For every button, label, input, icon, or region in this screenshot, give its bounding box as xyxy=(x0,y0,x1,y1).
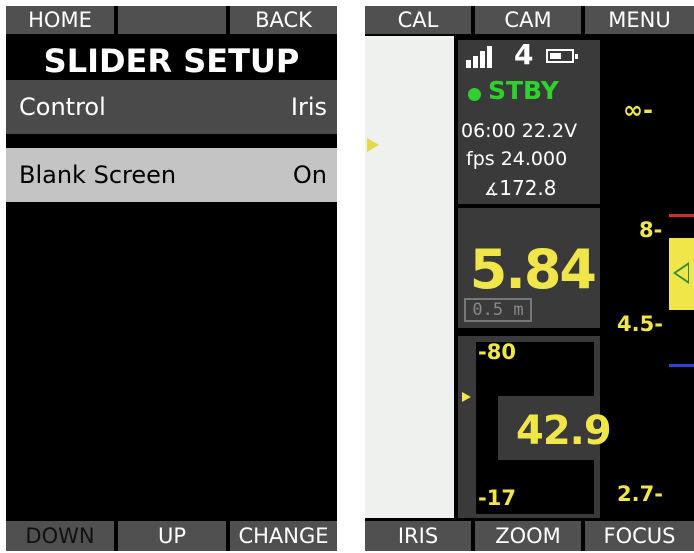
focus-far-limit xyxy=(669,214,694,217)
menu-item-blank-screen[interactable]: Blank Screen On xyxy=(6,148,337,202)
shutter-angle-value: 172.8 xyxy=(499,176,557,200)
top-softkey-bar: CAL CAM MENU xyxy=(365,6,694,34)
signal-strength-icon xyxy=(466,46,496,68)
menu-item-label: Control xyxy=(19,93,106,121)
shutter-angle-icon: ∡ xyxy=(484,180,500,200)
menu-item-control[interactable]: Control Iris xyxy=(6,80,337,134)
home-button[interactable]: HOME xyxy=(6,6,114,34)
time-voltage-readout: 06:00 22.2V xyxy=(461,120,578,142)
cal-button[interactable]: CAL xyxy=(365,6,471,34)
zoom-value: 42.9 xyxy=(516,408,612,454)
zoom-marker-icon xyxy=(462,392,471,402)
iris-button[interactable]: IRIS xyxy=(365,521,471,551)
focus-mark-4-5: 4.5- xyxy=(617,312,663,336)
distance-readout: 0.5 m xyxy=(464,298,532,322)
iris-value: 5.84 xyxy=(469,238,597,301)
focus-button[interactable]: FOCUS xyxy=(585,521,694,551)
bottom-softkey-bar: IRIS ZOOM FOCUS xyxy=(365,519,694,551)
shutter-angle: ∡172.8 xyxy=(484,176,557,200)
viewfinder-area xyxy=(365,36,454,518)
up-button[interactable]: UP xyxy=(118,521,226,551)
focus-near-limit xyxy=(669,364,694,367)
fps-readout: fps 24.000 xyxy=(466,148,568,170)
focus-mark-2-7: 2.7- xyxy=(617,482,663,506)
status-panel: 4 STBY 06:00 22.2V fps 24.000 ∡172.8 xyxy=(458,38,600,204)
down-button[interactable]: DOWN xyxy=(6,521,114,551)
record-status-dot-icon xyxy=(468,88,481,101)
blank-softkey[interactable] xyxy=(118,6,226,34)
record-state: STBY xyxy=(488,76,559,105)
menu-button[interactable]: MENU xyxy=(585,6,694,34)
change-button[interactable]: CHANGE xyxy=(230,521,337,551)
zoom-button[interactable]: ZOOM xyxy=(475,521,581,551)
top-softkey-bar: HOME BACK xyxy=(6,6,337,34)
iris-panel: 5.84 0.5 m xyxy=(458,208,600,328)
camera-number: 4 xyxy=(514,38,534,71)
focus-mark-infinity: ∞- xyxy=(623,96,653,124)
camera-control-screen: CAL CAM MENU 4 STBY 06:00 22.2V fps 24.0… xyxy=(365,6,694,551)
bottom-softkey-bar: DOWN UP CHANGE xyxy=(6,519,337,551)
menu-item-value: On xyxy=(292,161,327,189)
zoom-panel: -80 42.9 -17 xyxy=(458,336,612,518)
menu-item-label: Blank Screen xyxy=(19,161,177,189)
menu-item-value: Iris xyxy=(290,93,327,121)
zoom-min-label: -17 xyxy=(478,486,516,510)
zoom-max-label: -80 xyxy=(478,340,516,364)
focus-mark-8: 8- xyxy=(639,218,663,242)
position-marker-icon xyxy=(367,138,379,152)
cam-button[interactable]: CAM xyxy=(475,6,581,34)
battery-icon xyxy=(546,49,578,63)
page-title: SLIDER SETUP xyxy=(43,42,300,80)
slider-setup-screen: HOME BACK SLIDER SETUP Control Iris Blan… xyxy=(6,6,337,551)
back-button[interactable]: BACK xyxy=(230,6,337,34)
